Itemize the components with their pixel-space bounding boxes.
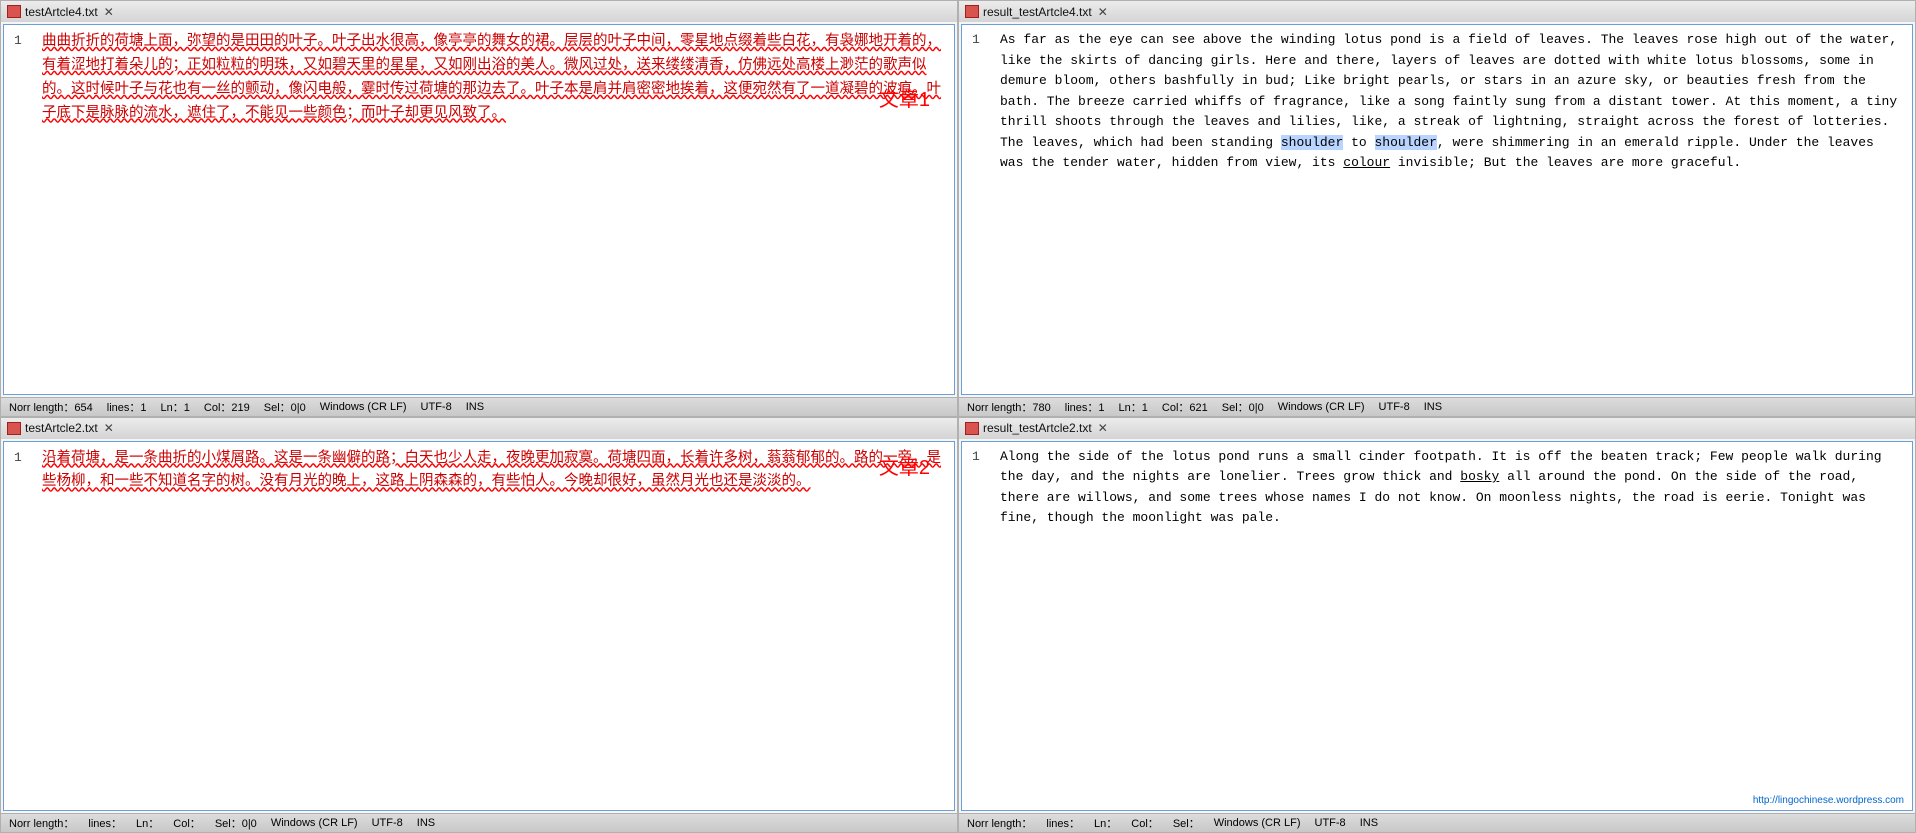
tab-close-bottom-right[interactable]: ✕ xyxy=(1098,421,1108,435)
tab-close-top-left[interactable]: ✕ xyxy=(104,5,114,19)
content-top-right: 1 As far as the eye can see above the wi… xyxy=(962,25,1912,179)
sel-top-left: Sel：0|0 xyxy=(264,399,306,415)
eol-top-left: Windows (CR LF) xyxy=(320,401,407,413)
file-icon-top-left xyxy=(7,5,21,18)
ln-top-left: Ln：1 xyxy=(161,399,190,415)
url-bar: http://lingochinese.wordpress.com xyxy=(1753,795,1904,806)
sel-bottom-left: Sel：0|0 xyxy=(215,815,257,831)
tab-close-bottom-left[interactable]: ✕ xyxy=(104,421,114,435)
ln-bottom-right: Ln： xyxy=(1094,815,1117,831)
ins-bottom-right: INS xyxy=(1360,817,1378,829)
statusbar-bottom-left: Norr length： lines： Ln： Col： Sel：0|0 Win… xyxy=(0,813,958,833)
norr-length-bottom-left: Norr length： xyxy=(9,815,74,831)
eol-top-right: Windows (CR LF) xyxy=(1278,401,1365,413)
eol-bottom-left: Windows (CR LF) xyxy=(271,817,358,829)
underline-colour: colour xyxy=(1343,155,1390,170)
titlebar-top-right: result_testArtcle4.txt ✕ xyxy=(958,0,1916,22)
editor-top-left: 1 曲曲折折的荷塘上面，弥望的是田田的叶子。叶子出水很高，像亭亭的舞女的裙。层层… xyxy=(0,22,958,397)
line-number-bottom-left: 1 xyxy=(14,447,22,468)
content-bottom-right: 1 Along the side of the lotus pond runs … xyxy=(962,442,1912,534)
ln-top-right: Ln：1 xyxy=(1119,399,1148,415)
editor-bottom-left: 1 沿着荷塘，是一条曲折的小煤屑路。这是一条幽僻的路；白天也少人走，夜晚更加寂寞… xyxy=(0,439,958,814)
tab-title-bottom-left: testArtcle2.txt xyxy=(25,421,98,435)
col-top-left: Col：219 xyxy=(204,399,250,415)
titlebar-bottom-right: result_testArtcle2.txt ✕ xyxy=(958,417,1916,439)
highlight-shoulder: shoulder xyxy=(1281,135,1343,150)
lines-top-left: lines：1 xyxy=(107,399,147,415)
col-bottom-left: Col： xyxy=(173,815,201,831)
tab-title-bottom-right: result_testArtcle2.txt xyxy=(983,421,1092,435)
file-icon-top-right xyxy=(965,5,979,18)
eol-bottom-right: Windows (CR LF) xyxy=(1214,817,1301,829)
sel-bottom-right: Sel： xyxy=(1173,815,1200,831)
inner-editor-top-right[interactable]: 1 As far as the eye can see above the wi… xyxy=(961,24,1913,395)
lines-bottom-right: lines： xyxy=(1046,815,1080,831)
line-number-bottom-right: 1 xyxy=(972,447,980,468)
inner-editor-bottom-right[interactable]: 1 Along the side of the lotus pond runs … xyxy=(961,441,1913,812)
enc-bottom-right: UTF-8 xyxy=(1315,817,1346,829)
line-number-top-right: 1 xyxy=(972,30,980,51)
line-number-top-left: 1 xyxy=(14,30,22,51)
chapter-label-bottom-left: 文章2 xyxy=(879,452,930,485)
enc-bottom-left: UTF-8 xyxy=(372,817,403,829)
titlebar-bottom-left: testArtcle2.txt ✕ xyxy=(0,417,958,439)
statusbar-top-right: Norr length：780 lines：1 Ln：1 Col：621 Sel… xyxy=(958,397,1916,417)
tab-title-top-right: result_testArtcle4.txt xyxy=(983,5,1092,19)
content-top-left: 1 曲曲折折的荷塘上面，弥望的是田田的叶子。叶子出水很高，像亭亭的舞女的裙。层层… xyxy=(4,25,954,131)
chinese-text-top-left: 曲曲折折的荷塘上面，弥望的是田田的叶子。叶子出水很高，像亭亭的舞女的裙。层层的叶… xyxy=(42,33,941,121)
tab-title-top-left: testArtcle4.txt xyxy=(25,5,98,19)
chapter-label-top-left: 文章1 xyxy=(879,84,930,117)
norr-length-top-right: Norr length：780 xyxy=(967,399,1051,415)
underline-bosky: bosky xyxy=(1460,469,1499,484)
content-bottom-left: 1 沿着荷塘，是一条曲折的小煤屑路。这是一条幽僻的路；白天也少人走，夜晚更加寂寞… xyxy=(4,442,954,500)
norr-length-top-left: Norr length：654 xyxy=(9,399,93,415)
lines-top-right: lines：1 xyxy=(1065,399,1105,415)
highlight-shoulder2: shoulder xyxy=(1375,135,1437,150)
file-icon-bottom-right xyxy=(965,422,979,435)
titlebar-top-left: testArtcle4.txt ✕ xyxy=(0,0,958,22)
lines-bottom-left: lines： xyxy=(88,815,122,831)
editor-top-right: 1 As far as the eye can see above the wi… xyxy=(958,22,1916,397)
ins-top-right: INS xyxy=(1424,401,1442,413)
col-bottom-right: Col： xyxy=(1131,815,1159,831)
editor-bottom-right: 1 Along the side of the lotus pond runs … xyxy=(958,439,1916,814)
app-container: testArtcle4.txt ✕ 1 曲曲折折的荷塘上面，弥望的是田田的叶子。… xyxy=(0,0,1916,833)
inner-editor-bottom-left[interactable]: 1 沿着荷塘，是一条曲折的小煤屑路。这是一条幽僻的路；白天也少人走，夜晚更加寂寞… xyxy=(3,441,955,812)
ins-top-left: INS xyxy=(466,401,484,413)
ln-bottom-left: Ln： xyxy=(136,815,159,831)
statusbar-top-left: Norr length：654 lines：1 Ln：1 Col：219 Sel… xyxy=(0,397,958,417)
inner-editor-top-left[interactable]: 1 曲曲折折的荷塘上面，弥望的是田田的叶子。叶子出水很高，像亭亭的舞女的裙。层层… xyxy=(3,24,955,395)
enc-top-right: UTF-8 xyxy=(1379,401,1410,413)
statusbar-bottom-right: Norr length： lines： Ln： Col： Sel： Window… xyxy=(958,813,1916,833)
tab-close-top-right[interactable]: ✕ xyxy=(1098,5,1108,19)
norr-length-bottom-right: Norr length： xyxy=(967,815,1032,831)
col-top-right: Col：621 xyxy=(1162,399,1208,415)
enc-top-left: UTF-8 xyxy=(421,401,452,413)
file-icon-bottom-left xyxy=(7,422,21,435)
chinese-text-bottom-left: 沿着荷塘，是一条曲折的小煤屑路。这是一条幽僻的路；白天也少人走，夜晚更加寂寞。荷… xyxy=(42,450,941,490)
sel-top-right: Sel：0|0 xyxy=(1222,399,1264,415)
ins-bottom-left: INS xyxy=(417,817,435,829)
